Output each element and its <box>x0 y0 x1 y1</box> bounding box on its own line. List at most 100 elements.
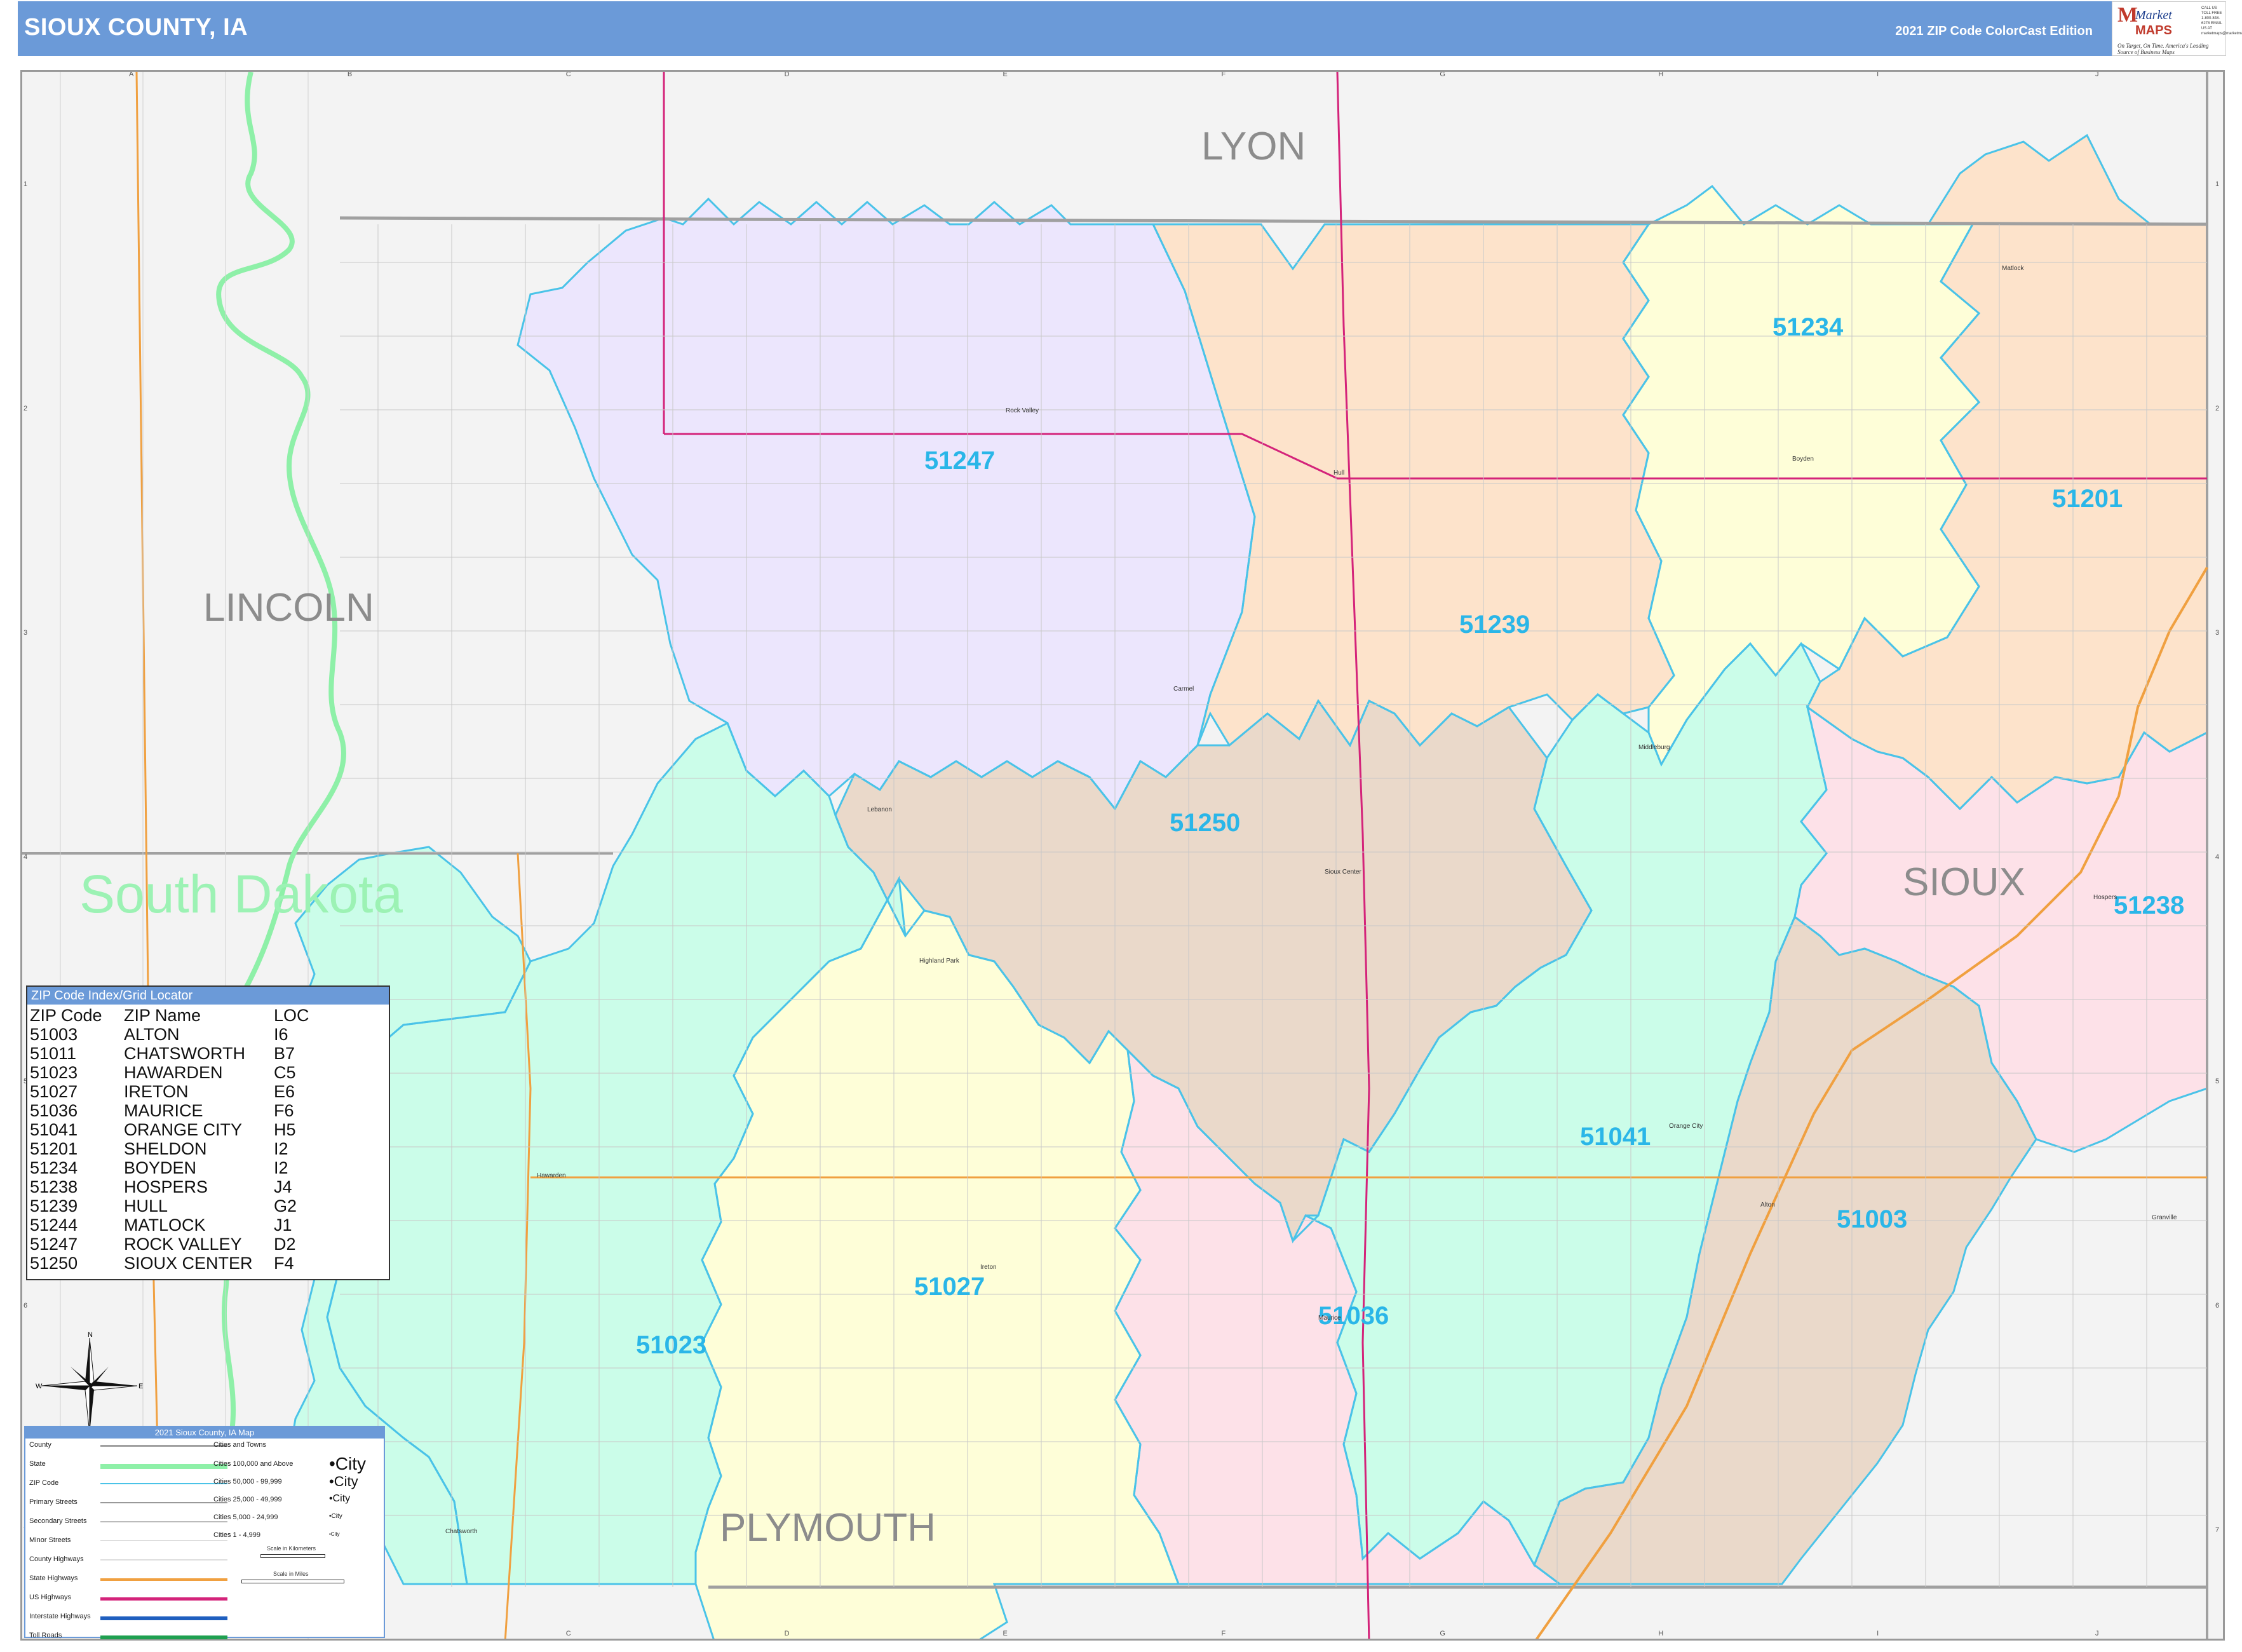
city-label-orange-city[interactable]: Orange City <box>1669 1123 1703 1130</box>
grid-number-right: 4 <box>2215 853 2220 861</box>
city-label-hawarden[interactable]: Hawarden <box>537 1172 566 1179</box>
scale-bar-km <box>260 1554 325 1558</box>
zip-index-row[interactable]: 51011 CHATSWORTH B7 <box>30 1044 309 1063</box>
zip-index-code: 51250 <box>30 1254 78 1273</box>
zip-index-row[interactable]: 51239 HULL G2 <box>30 1196 309 1215</box>
zip-index-row[interactable]: 51201 SHELDON I2 <box>30 1139 309 1158</box>
legend-item-swatch <box>100 1483 227 1484</box>
zip-index-name: BOYDEN <box>124 1158 197 1177</box>
zip-index-loc: F6 <box>274 1101 294 1120</box>
city-label-hull[interactable]: Hull <box>1334 470 1344 477</box>
zip-index-name: HOSPERS <box>124 1177 208 1196</box>
legend-item-label: County Highways <box>29 1555 84 1563</box>
zip-index-row[interactable]: 51250 SIOUX CENTER F4 <box>30 1254 309 1273</box>
grid-letter-top: H <box>1658 71 1664 78</box>
compass-w: W <box>36 1383 43 1390</box>
legend-city-size-label: Cities 100,000 and Above <box>213 1460 294 1468</box>
zip-index-name: SHELDON <box>124 1139 207 1158</box>
grid-letter-bottom: H <box>1658 1630 1664 1637</box>
city-label-sioux-center[interactable]: Sioux Center <box>1325 869 1361 876</box>
grid-letter-top: C <box>565 71 571 78</box>
legend-item-label: Minor Streets <box>29 1536 71 1544</box>
zip-index-loc: I6 <box>274 1025 288 1044</box>
city-label-boyden[interactable]: Boyden <box>1792 456 1814 463</box>
zip-region-51247[interactable] <box>518 199 1255 809</box>
zip-label-51238[interactable]: 51238 <box>2114 891 2184 920</box>
city-label-highland-park[interactable]: Highland Park <box>919 958 959 965</box>
zip-label-51041[interactable]: 51041 <box>1580 1123 1651 1151</box>
zip-index-row[interactable]: 51247 ROCK VALLEY D2 <box>30 1235 309 1254</box>
city-label-matlock[interactable]: Matlock <box>2002 265 2023 272</box>
legend-item-label: State <box>29 1460 46 1468</box>
zip-index-title: ZIP Code Index/Grid Locator <box>27 987 389 1005</box>
zip-index-row[interactable]: 51041 ORANGE CITY H5 <box>30 1120 309 1139</box>
legend-city-sample: •City <box>329 1513 342 1520</box>
zip-index-code: 51023 <box>30 1063 78 1082</box>
zip-label-51023[interactable]: 51023 <box>636 1331 706 1360</box>
zip-index-header-row: ZIP Code ZIP Name LOC <box>30 1006 309 1025</box>
grid-number-right: 3 <box>2215 628 2220 637</box>
zip-index-name: CHATSWORTH <box>124 1044 245 1063</box>
zip-label-51003[interactable]: 51003 <box>1837 1205 1907 1234</box>
zip-index-row[interactable]: 51003 ALTON I6 <box>30 1025 309 1044</box>
city-label-granville[interactable]: Granville <box>2152 1214 2177 1221</box>
city-label-ireton[interactable]: Ireton <box>980 1264 997 1271</box>
zip-index-name: ORANGE CITY <box>124 1120 243 1139</box>
grid-number-right: 7 <box>2215 1526 2220 1534</box>
grid-number-right: 1 <box>2215 180 2220 188</box>
zip-label-51201[interactable]: 51201 <box>2052 485 2123 513</box>
legend-item-label: State Highways <box>29 1574 78 1582</box>
map-title: SIOUX COUNTY, IA <box>24 14 248 41</box>
zip-index-code: 51247 <box>30 1235 78 1254</box>
zip-label-51250[interactable]: 51250 <box>1170 809 1240 837</box>
grid-number-left: 4 <box>24 853 28 861</box>
legend-item-swatch <box>100 1578 227 1581</box>
grid-letter-bottom: I <box>1877 1630 1879 1637</box>
county-label-lincoln: LINCOLN <box>203 586 374 630</box>
compass-n: N <box>88 1332 93 1339</box>
legend-scale-km: Scale in Kilometers <box>267 1545 316 1552</box>
zip-index-code: 51234 <box>30 1158 78 1177</box>
logo-tagline: On Target, On Time. America's Leading So… <box>2117 43 2209 55</box>
zip-label-51027[interactable]: 51027 <box>914 1273 985 1301</box>
city-label-carmel[interactable]: Carmel <box>1173 686 1194 693</box>
grid-letter-bottom: E <box>1003 1630 1008 1637</box>
zip-index-row[interactable]: 51244 MATLOCK J1 <box>30 1215 309 1235</box>
compass-e: E <box>138 1383 143 1390</box>
zip-label-51239[interactable]: 51239 <box>1459 611 1530 639</box>
zip-index-table: ZIP Code ZIP Name LOC 51003 ALTON I6 51011 C… <box>30 1006 309 1273</box>
county-label-lyon: LYON <box>1201 125 1306 168</box>
legend-city-sample: •City <box>329 1454 367 1473</box>
zip-index-header-name: ZIP Name <box>124 1006 201 1025</box>
zip-index-panel: ZIP Code Index/Grid Locator ZIP Code ZIP… <box>26 985 390 1280</box>
zip-label-51234[interactable]: 51234 <box>1773 313 1843 342</box>
zip-index-code: 51027 <box>30 1082 78 1101</box>
city-label-lebanon[interactable]: Lebanon <box>867 806 892 813</box>
zip-index-row[interactable]: 51036 MAURICE F6 <box>30 1101 309 1120</box>
zip-index-row[interactable]: 51027 IRETON E6 <box>30 1082 309 1101</box>
city-label-chatsworth[interactable]: Chatsworth <box>445 1528 478 1535</box>
map-area[interactable]: AABBCCDDEEFFGGHHIIJJ11223344556677 LYON … <box>20 70 2225 1641</box>
city-label-middleburg[interactable]: Middleburg <box>1638 744 1670 751</box>
city-label-alton[interactable]: Alton <box>1760 1202 1775 1209</box>
city-label-maurice[interactable]: Maurice <box>1318 1315 1341 1322</box>
legend-item-swatch <box>100 1502 227 1503</box>
zip-index-loc: J1 <box>274 1215 292 1235</box>
county-label-plymouth: PLYMOUTH <box>720 1506 936 1550</box>
city-label-rock-valley[interactable]: Rock Valley <box>1006 407 1039 414</box>
zip-label-51247[interactable]: 51247 <box>924 447 995 475</box>
county-label-sioux: SIOUX <box>1903 860 2025 904</box>
zip-index-row[interactable]: 51238 HOSPERS J4 <box>30 1177 309 1196</box>
zip-index-row[interactable]: 51234 BOYDEN I2 <box>30 1158 309 1177</box>
zip-index-header-loc: LOC <box>274 1006 309 1025</box>
grid-number-right: 5 <box>2215 1078 2220 1086</box>
zip-index-loc: G2 <box>274 1196 297 1215</box>
city-label-hospers[interactable]: Hospers <box>2093 894 2117 901</box>
zip-index-row[interactable]: 51023 HAWARDEN C5 <box>30 1063 309 1082</box>
zip-index-name: ROCK VALLEY <box>124 1235 242 1254</box>
legend-city-size-label: Cities 1 - 4,999 <box>213 1531 260 1539</box>
zip-index-name: HULL <box>124 1196 168 1215</box>
legend-item-swatch <box>100 1635 227 1639</box>
grid-letter-top: J <box>2095 71 2099 78</box>
grid-letter-top: D <box>784 71 790 78</box>
